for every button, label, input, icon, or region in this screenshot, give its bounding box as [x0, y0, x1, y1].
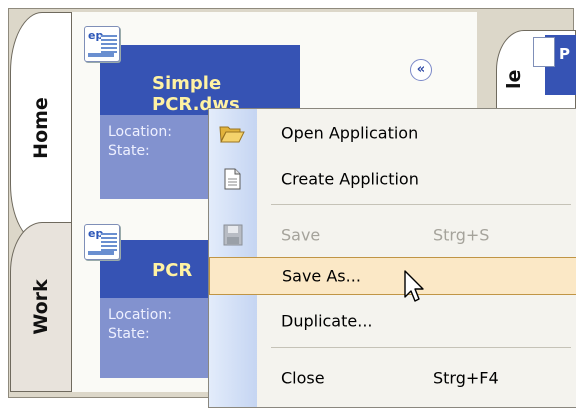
- tab-home[interactable]: Home: [10, 12, 72, 244]
- menu-item-label: Close: [281, 368, 325, 388]
- tab-home-label: Home: [30, 97, 52, 159]
- collapse-icon[interactable]: «: [410, 59, 432, 81]
- ep-document-icon: ep: [84, 26, 120, 62]
- tab-work-label: Work: [30, 279, 52, 335]
- menu-separator: [271, 347, 571, 348]
- menu-item-duplicate[interactable]: Duplicate...: [209, 302, 576, 340]
- menu-item-shortcut: Strg+F4: [433, 368, 499, 388]
- card-header: Simple PCR.dws: [100, 45, 300, 115]
- menu-item-label: Save As...: [282, 266, 361, 286]
- menu-item-close[interactable]: Close Strg+F4: [209, 359, 576, 397]
- menu-item-save[interactable]: Save Strg+S: [209, 216, 576, 254]
- ep-document-icon: ep: [84, 224, 120, 260]
- floppy-disk-icon: [223, 224, 243, 246]
- ep-document-icon: [533, 37, 555, 67]
- menu-item-create-application[interactable]: Create Appliction: [209, 160, 576, 198]
- tab-work[interactable]: Work: [10, 222, 72, 392]
- card-title: PCR: [152, 260, 193, 281]
- menu-item-label: Duplicate...: [281, 311, 373, 331]
- mouse-pointer-icon: [404, 270, 424, 302]
- menu-item-label: Open Application: [281, 123, 419, 143]
- context-menu: Open Application Create Appliction Save …: [208, 108, 576, 408]
- folder-open-icon: [219, 126, 245, 143]
- new-document-icon: [224, 168, 241, 190]
- menu-separator: [271, 204, 571, 205]
- menu-item-open-application[interactable]: Open Application: [209, 114, 576, 152]
- right-card-title: P: [559, 45, 570, 63]
- menu-item-label: Create Appliction: [281, 169, 419, 189]
- menu-item-label: Save: [281, 225, 321, 245]
- right-tab-label: le: [503, 69, 525, 89]
- menu-item-save-as[interactable]: Save As...: [209, 257, 576, 295]
- menu-item-shortcut: Strg+S: [433, 225, 490, 245]
